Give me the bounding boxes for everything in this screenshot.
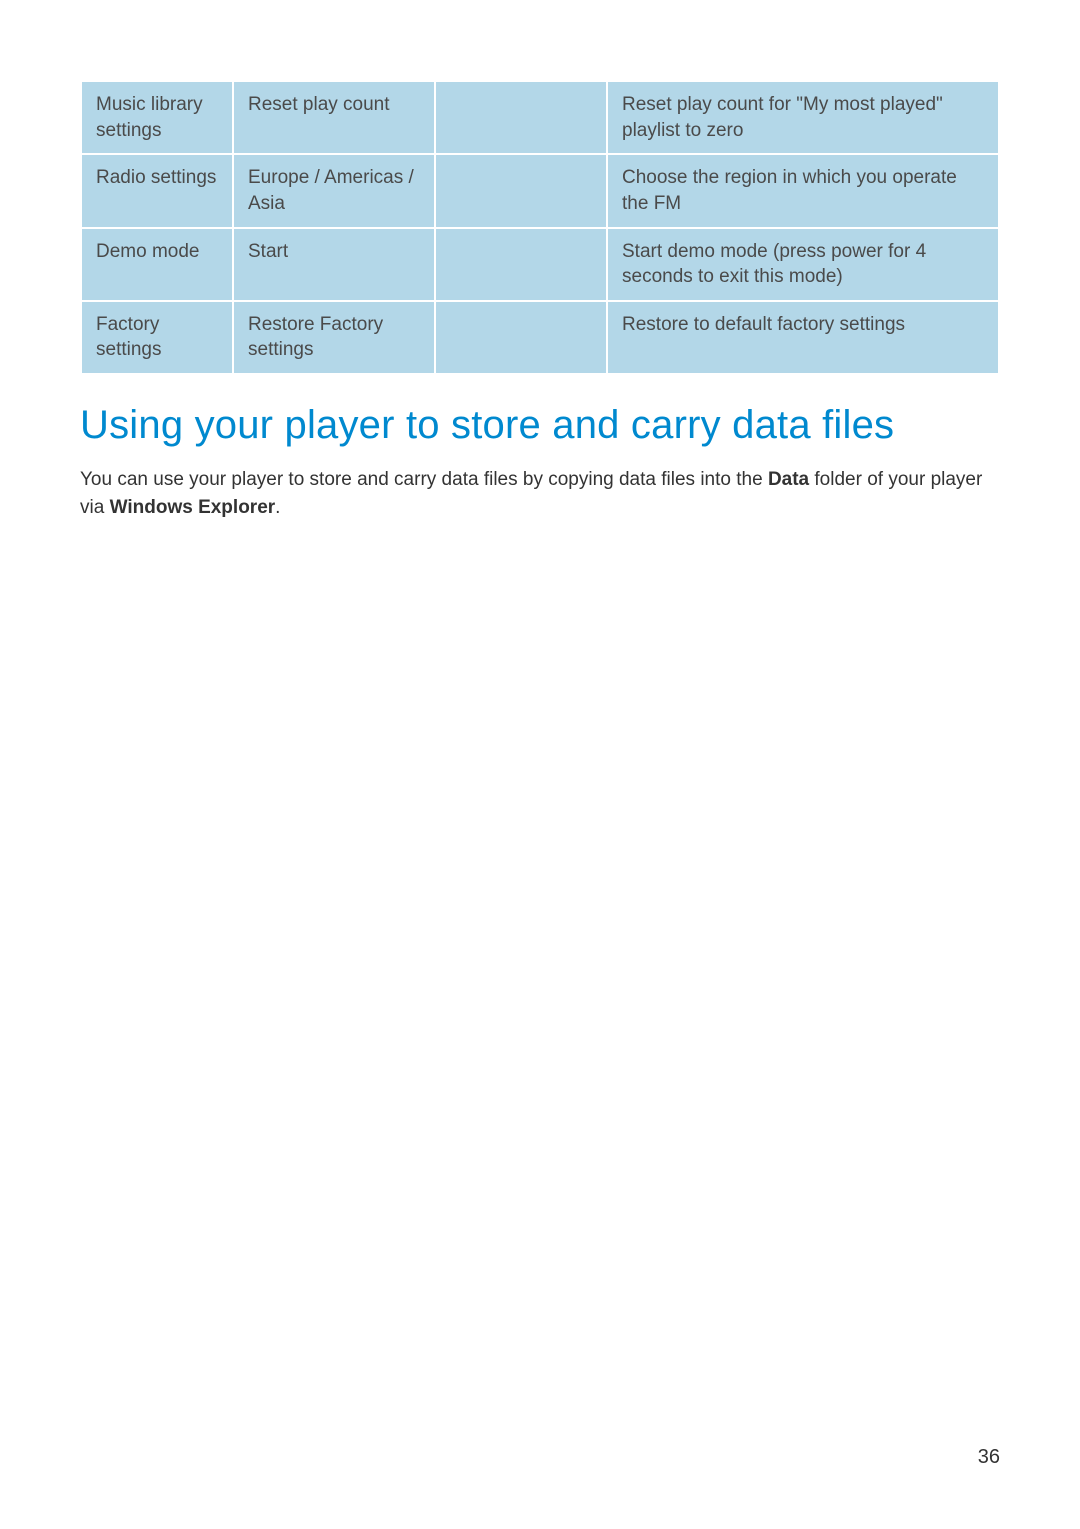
setting-empty [436, 155, 606, 226]
table-row: Factory settings Restore Factory setting… [82, 302, 998, 373]
body-paragraph: You can use your player to store and car… [80, 466, 1000, 521]
setting-empty [436, 82, 606, 153]
setting-option: Start [234, 229, 434, 300]
table-row: Demo mode Start Start demo mode (press p… [82, 229, 998, 300]
text-part: . [275, 497, 280, 518]
setting-option: Restore Factory settings [234, 302, 434, 373]
setting-empty [436, 302, 606, 373]
setting-description: Choose the region in which you operate t… [608, 155, 998, 226]
setting-category: Demo mode [82, 229, 232, 300]
section-heading: Using your player to store and carry dat… [80, 403, 1000, 448]
setting-category: Radio settings [82, 155, 232, 226]
setting-description: Start demo mode (press power for 4 secon… [608, 229, 998, 300]
setting-option: Europe / Americas / Asia [234, 155, 434, 226]
page-number: 36 [978, 1446, 1000, 1469]
table-row: Music library settings Reset play count … [82, 82, 998, 153]
setting-empty [436, 229, 606, 300]
text-bold: Data [768, 469, 809, 490]
table-row: Radio settings Europe / Americas / Asia … [82, 155, 998, 226]
text-bold: Windows Explorer [110, 497, 276, 518]
setting-description: Reset play count for "My most played" pl… [608, 82, 998, 153]
setting-category: Music library settings [82, 82, 232, 153]
text-part: You can use your player to store and car… [80, 469, 768, 490]
setting-option: Reset play count [234, 82, 434, 153]
setting-description: Restore to default factory settings [608, 302, 998, 373]
settings-table: Music library settings Reset play count … [80, 80, 1000, 375]
setting-category: Factory settings [82, 302, 232, 373]
